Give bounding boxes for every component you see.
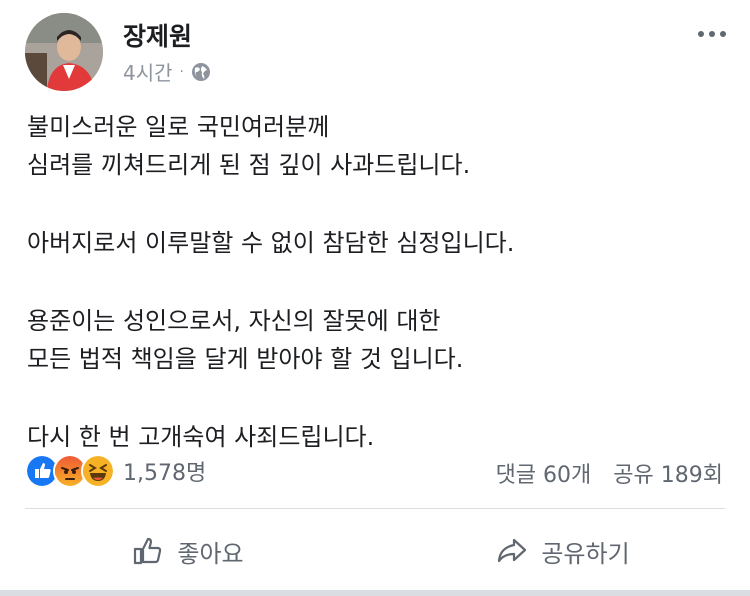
thumbs-up-icon xyxy=(134,537,162,565)
post-line: 다시 한 번 고개숙여 사죄드립니다. xyxy=(27,423,375,451)
post-stats: 댓글 60개 공유 189회 xyxy=(496,457,723,489)
reaction-count[interactable]: 1,578명 xyxy=(123,455,206,487)
post-body: 불미스러운 일로 국민여러분께 심려를 끼쳐드리게 된 점 깊이 사과드립니다.… xyxy=(27,108,727,456)
action-bar: 좋아요 공유하기 xyxy=(0,515,750,587)
bottom-separator xyxy=(0,590,750,596)
post-line: 불미스러운 일로 국민여러분께 xyxy=(27,113,330,141)
post-line: 모든 법적 책임을 달게 받아야 할 것 입니다. xyxy=(27,345,464,373)
share-arrow-icon xyxy=(498,538,527,563)
divider xyxy=(25,508,725,509)
reaction-icons xyxy=(25,454,115,488)
share-count[interactable]: 공유 189회 xyxy=(613,457,723,489)
post-line: 심려를 끼쳐드리게 된 점 깊이 사과드립니다. xyxy=(27,151,471,179)
post-line: 용준이는 성인으로서, 자신의 잘못에 대한 xyxy=(27,307,441,335)
reaction-summary[interactable]: 1,578명 xyxy=(25,454,206,488)
globe-icon xyxy=(191,62,210,81)
post-line: 아버지로서 이루말할 수 없이 참담한 심정입니다. xyxy=(27,229,515,257)
post-time[interactable]: 4시간 xyxy=(123,57,173,86)
post-header: 장제원 4시간 · xyxy=(25,13,750,91)
author-avatar[interactable] xyxy=(25,13,103,91)
meta-separator: · xyxy=(179,63,184,80)
more-options-icon[interactable] xyxy=(698,31,726,37)
like-button[interactable]: 좋아요 xyxy=(0,515,375,587)
comment-count[interactable]: 댓글 60개 xyxy=(496,457,592,489)
haha-reaction-icon xyxy=(81,454,115,488)
like-label: 좋아요 xyxy=(177,539,244,568)
share-button[interactable]: 공유하기 xyxy=(375,515,750,587)
post-meta: 4시간 · xyxy=(123,57,211,86)
author-name[interactable]: 장제원 xyxy=(123,17,192,53)
share-label: 공유하기 xyxy=(541,539,630,568)
